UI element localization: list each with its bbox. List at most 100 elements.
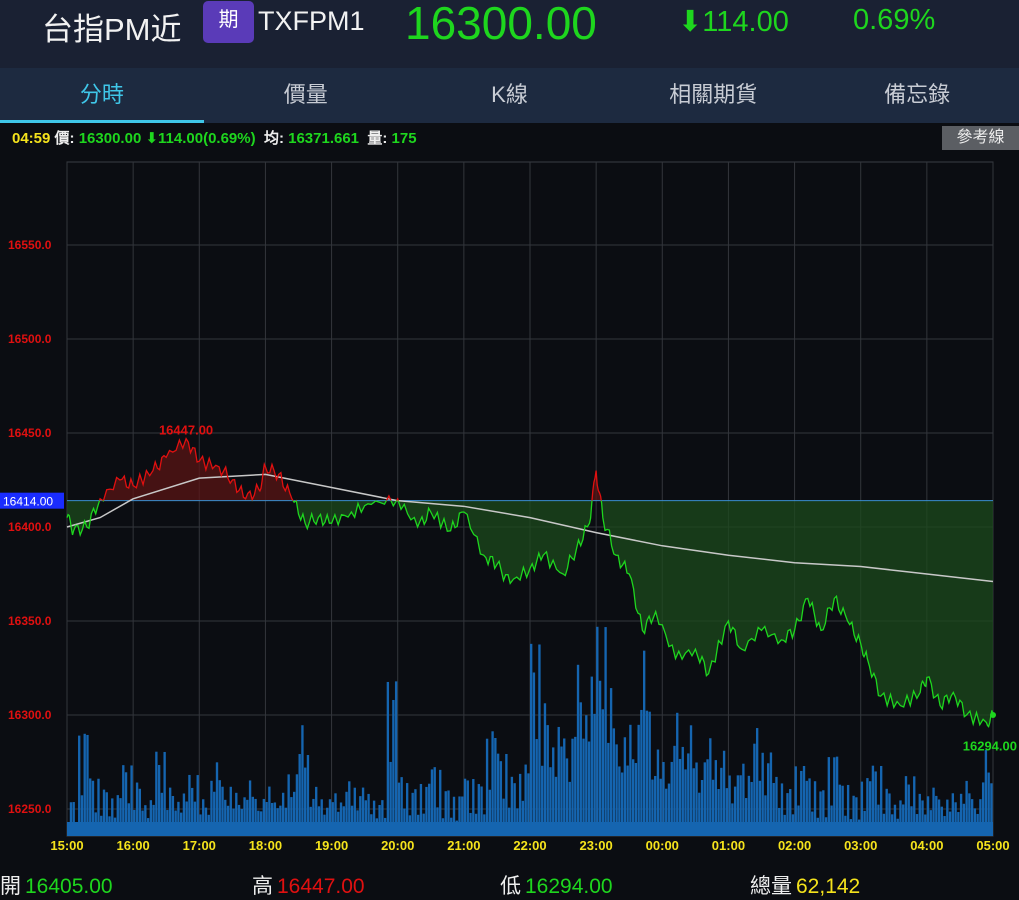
instrument-name: 台指PM近 [42, 12, 182, 47]
y-tick-label: 16250.0 [8, 802, 52, 816]
volume-bar [535, 739, 538, 836]
volume-bar [392, 699, 395, 836]
x-tick-label: 04:00 [910, 838, 943, 853]
volume-bar [709, 738, 712, 836]
y-tick-label: 16350.0 [8, 614, 52, 628]
volume-bar [563, 738, 566, 836]
volume-base [67, 822, 993, 836]
info-vol-label: 量: [367, 130, 388, 147]
intraday-chart[interactable]: 16550.0 16500.0 16450.0 16400.0 16350.0 16300… [0, 153, 1019, 866]
x-tick-label: 15:00 [50, 838, 83, 853]
volume-bars [67, 626, 993, 836]
last-price-dot [990, 712, 996, 718]
info-avg-label: 均: [263, 130, 284, 147]
x-tick-label: 23:00 [580, 838, 613, 853]
tab-price-volume[interactable]: 價量 [204, 68, 408, 123]
info-price: 16300.00 ⬇114.00(0.69%) [78, 130, 256, 147]
info-avg: 16371.661 [288, 130, 360, 147]
y-tick-label: 16550.0 [8, 238, 52, 252]
volume-bar [494, 737, 497, 836]
volume-bar [532, 672, 536, 836]
volume-bar [574, 736, 577, 836]
volume-bar [386, 681, 390, 836]
volume-bar [557, 726, 560, 836]
info-vol: 175 [391, 130, 417, 147]
low-marker-label: 16294.00 [963, 738, 1017, 753]
low-stat: 低 16294.00 [500, 870, 613, 900]
info-price-label: 價: [54, 130, 75, 147]
cursor-info-bar: 04:59 價: 16300.00 ⬇114.00(0.69%) 均: 1637… [0, 123, 1019, 153]
volume-bar [612, 728, 616, 836]
low-value: 16294.00 [525, 875, 613, 898]
x-tick-label: 18:00 [249, 838, 282, 853]
volume-bar [596, 626, 599, 836]
volume-bar [689, 725, 693, 836]
volume-bar [546, 725, 549, 836]
volume-bar [676, 712, 679, 836]
low-label: 低 [500, 875, 521, 898]
futures-badge: 期 [203, 1, 254, 43]
info-time: 04:59 [12, 130, 51, 147]
volume-bar [604, 627, 607, 836]
volume-bar [394, 681, 398, 836]
x-tick-label: 05:00 [976, 838, 1009, 853]
tab-intraday[interactable]: 分時 [0, 68, 204, 123]
volume-bar [755, 728, 759, 836]
volume-bar [640, 709, 643, 836]
volume-bar [576, 664, 580, 836]
instrument-code: TXFPM1 [258, 6, 365, 36]
x-tick-label: 03:00 [844, 838, 877, 853]
y-tick-label: 16500.0 [8, 332, 52, 346]
x-tick-label: 02:00 [778, 838, 811, 853]
total-volume-value: 62,142 [796, 875, 861, 898]
y-tick-label: 16450.0 [8, 426, 52, 440]
volume-bar [648, 711, 651, 836]
volume-bar [593, 713, 596, 836]
summary-footer: 開 16405.00 高 16447.00 低 16294.00 總量 62,142 [0, 866, 1019, 900]
volume-bar [538, 644, 541, 836]
volume-bar [587, 741, 591, 836]
volume-bar [642, 650, 646, 836]
high-label: 高 [252, 875, 273, 898]
high-stat: 高 16447.00 [252, 870, 365, 900]
y-tick-label: 16300.0 [8, 708, 52, 722]
volume-bar [598, 680, 602, 836]
volume-bar [301, 725, 304, 836]
high-marker-label: 16447.00 [159, 423, 213, 438]
x-tick-label: 22:00 [513, 838, 546, 853]
volume-bar [637, 724, 640, 836]
x-tick-label: 16:00 [117, 838, 150, 853]
volume-bar [601, 709, 605, 836]
x-tick-label: 17:00 [183, 838, 216, 853]
volume-bar [645, 710, 649, 836]
open-stat: 開 16405.00 [0, 870, 113, 900]
volume-bar [491, 731, 494, 836]
volume-bar [543, 703, 547, 836]
x-tick-label: 20:00 [381, 838, 414, 853]
total-volume-label: 總量 [750, 875, 792, 898]
chart-tabs: 分時 價量 K線 相關期貨 備忘錄 [0, 68, 1019, 123]
volume-bar [623, 737, 627, 836]
y-tick-label: 16400.0 [8, 520, 52, 534]
x-tick-label: 00:00 [646, 838, 679, 853]
tab-related-futures[interactable]: 相關期貨 [611, 68, 815, 123]
volume-bar [585, 715, 588, 836]
volume-bar [78, 735, 81, 836]
x-tick-label: 21:00 [447, 838, 480, 853]
x-tick-label: 19:00 [315, 838, 348, 853]
volume-bar [83, 733, 86, 836]
tab-memo[interactable]: 備忘錄 [815, 68, 1019, 123]
open-label: 開 [0, 875, 21, 898]
price-change-percent: 0.69% [853, 4, 936, 36]
tab-kline[interactable]: K線 [408, 68, 612, 123]
volume-bar [609, 688, 613, 836]
volume-bar [579, 702, 582, 836]
volume-bar [571, 738, 574, 836]
last-price: 16300.00 [405, 0, 597, 49]
ref-price-label: 16414.00 [3, 495, 53, 509]
volume-bar [485, 738, 489, 836]
reference-line-button[interactable]: 參考線 [942, 126, 1019, 150]
x-tick-label: 01:00 [712, 838, 745, 853]
high-value: 16447.00 [277, 875, 365, 898]
total-volume-stat: 總量 62,142 [750, 870, 860, 900]
